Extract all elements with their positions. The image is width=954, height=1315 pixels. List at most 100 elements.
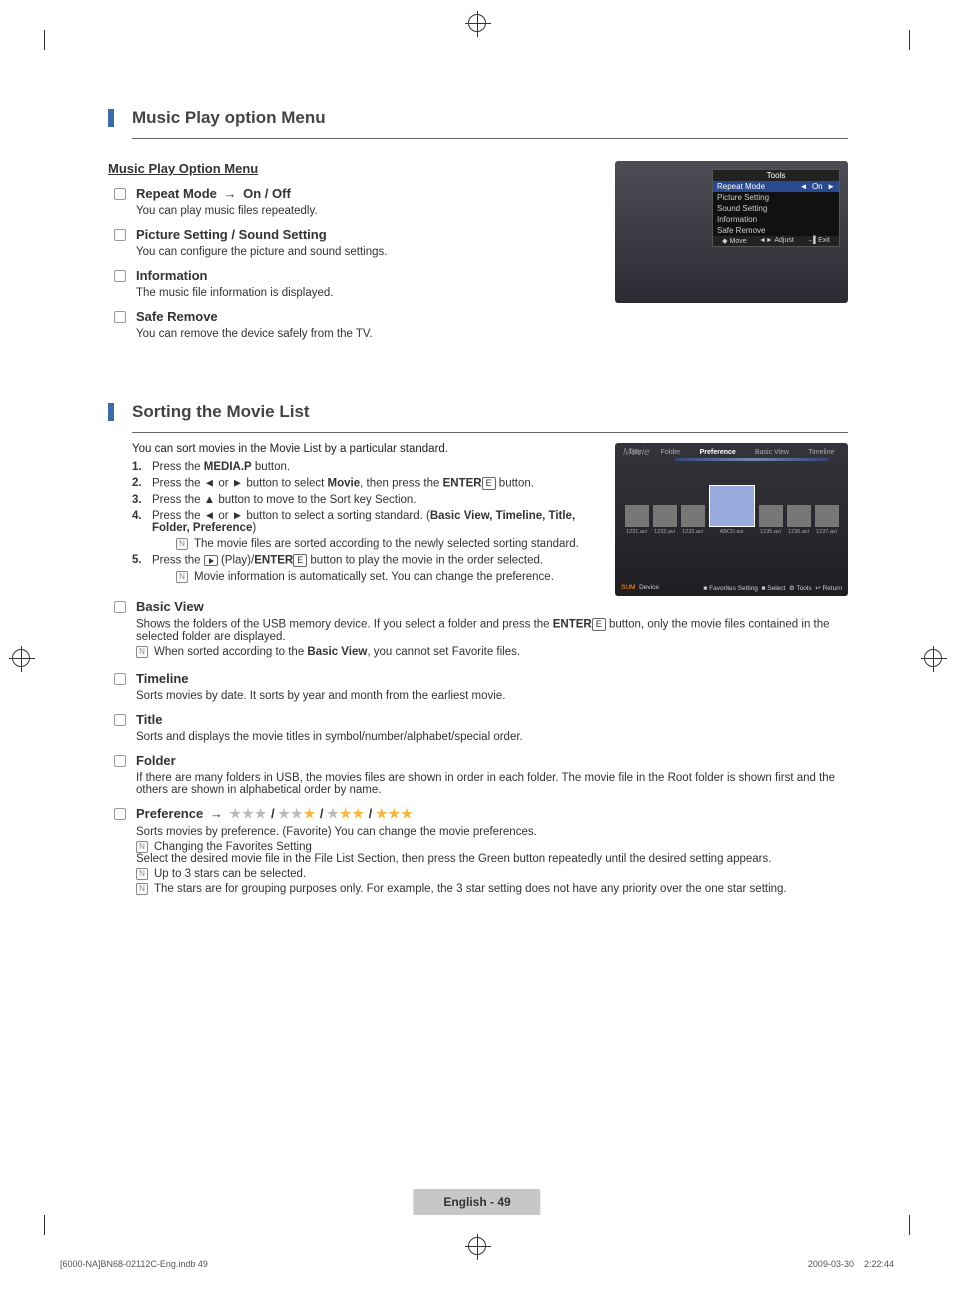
sort-option-item: TitleSorts and displays the movie titles…: [114, 712, 848, 743]
movie-thumb-label: 1233.avi: [681, 529, 705, 535]
heading-bar-icon: [108, 109, 114, 127]
step-note: NMovie information is automatically set.…: [176, 571, 598, 583]
movie-list-screenshot: Movie TitleFolderPreferenceBasic ViewTim…: [615, 443, 848, 596]
movie-screen-title: Movie: [623, 447, 650, 458]
crop-mark: [44, 1215, 45, 1235]
crop-mark: [909, 30, 910, 50]
print-footer-timestamp: 2009-03-30 2:22:44: [808, 1259, 894, 1269]
section-title: Sorting the Movie List: [132, 402, 848, 422]
step: 4.Press the ◄ or ► button to select a so…: [132, 510, 598, 534]
sort-option-item: FolderIf there are many folders in USB, …: [114, 753, 848, 796]
note-icon: N: [136, 646, 148, 658]
movie-foot-right: ■ Favorites Setting ■ Select ⚙ Tools ↩ R…: [703, 584, 842, 592]
foot-sum: SUM: [621, 584, 635, 591]
enter-icon: E: [293, 554, 307, 567]
movie-thumbnail-strip: 1231.avi1232.avi1233.aviABCD.avi1235.avi…: [615, 461, 848, 545]
tools-panel: Tools Repeat Mode◄ On ►Picture SettingSo…: [712, 169, 840, 247]
movie-thumb: [625, 505, 649, 527]
movie-thumb-label: 1237.avi: [815, 529, 839, 535]
tools-panel-title: Tools: [713, 170, 839, 181]
tools-foot-adjust: ◄► Adjust: [759, 237, 794, 245]
tools-menu-screenshot: Tools Repeat Mode◄ On ►Picture SettingSo…: [615, 161, 848, 303]
option-desc: The music file information is displayed.: [136, 287, 598, 299]
option-desc: If there are many folders in USB, the mo…: [136, 772, 848, 796]
section-rule: [132, 138, 848, 139]
tools-foot-move: ◆ Move: [722, 237, 746, 245]
tools-row: Sound Setting: [713, 203, 839, 214]
foot-device: Device: [639, 584, 659, 591]
bullet-icon: [114, 714, 126, 726]
movie-tab: Preference: [700, 449, 736, 456]
step: 5.Press the (Play)/ENTERE button to play…: [132, 554, 598, 567]
note-icon: N: [136, 841, 148, 853]
bullet-icon: [114, 755, 126, 767]
option-desc: Sorts movies by date. It sorts by year a…: [136, 690, 848, 702]
crop-mark: [44, 30, 45, 50]
option-item: Repeat Mode → On / OffYou can play music…: [114, 186, 598, 217]
registration-mark-left: [12, 649, 30, 667]
enter-icon: E: [482, 477, 496, 490]
movie-thumb-label: 1236.avi: [787, 529, 811, 535]
tools-row: Information: [713, 214, 839, 225]
option-desc: You can configure the picture and sound …: [136, 246, 598, 258]
step-note: NThe movie files are sorted according to…: [176, 538, 598, 550]
tools-panel-footer: ◆ Move ◄► Adjust →▌Exit: [713, 236, 839, 246]
movie-thumb-label: 1231.avi: [625, 529, 649, 535]
registration-mark-bottom: [468, 1237, 486, 1255]
print-footer: [6000-NA]BN68-02112C-Eng.indb 49 2009-03…: [60, 1259, 894, 1269]
section-heading-music: Music Play option Menu: [108, 108, 848, 128]
bullet-icon: [114, 673, 126, 685]
option-desc: Sorts movies by preference. (Favorite) Y…: [136, 826, 848, 838]
tools-row: Repeat Mode◄ On ►: [713, 181, 839, 192]
movie-thumb: [681, 505, 705, 527]
note-icon: N: [176, 538, 188, 550]
bullet-icon: [114, 601, 126, 613]
tools-row: Picture Setting: [713, 192, 839, 203]
step: 1.Press the MEDIA.P button.: [132, 461, 598, 473]
sort-steps-list: 1.Press the MEDIA.P button.2.Press the ◄…: [132, 461, 598, 583]
movie-tab: Folder: [661, 449, 681, 456]
bullet-icon: [114, 808, 126, 820]
print-footer-file: [6000-NA]BN68-02112C-Eng.indb 49: [60, 1259, 208, 1269]
option-item: Picture Setting / Sound SettingYou can c…: [114, 227, 598, 258]
section-heading-sort: Sorting the Movie List: [108, 402, 848, 422]
movie-thumb-label: ABCD.avi: [709, 529, 755, 535]
movie-thumb: [759, 505, 783, 527]
bullet-icon: [114, 188, 126, 200]
section-rule: [132, 432, 848, 433]
step: 3.Press the ▲ button to move to the Sort…: [132, 494, 598, 506]
registration-mark-top: [468, 14, 486, 32]
registration-mark-right: [924, 649, 942, 667]
option-note: NChanging the Favorites SettingSelect th…: [136, 841, 848, 865]
movie-screen-footer: SUM Device ■ Favorites Setting ■ Select …: [615, 584, 848, 592]
option-note: NWhen sorted according to the Basic View…: [136, 646, 848, 658]
option-note: NThe stars are for grouping purposes onl…: [136, 883, 848, 895]
option-note: NUp to 3 stars can be selected.: [136, 868, 848, 880]
page-content: Music Play option Menu Tools Repeat Mode…: [108, 90, 848, 902]
movie-tab: Timeline: [808, 449, 834, 456]
sort-intro: You can sort movies in the Movie List by…: [132, 443, 598, 455]
crop-mark: [909, 1215, 910, 1235]
bullet-icon: [114, 311, 126, 323]
movie-thumb: [787, 505, 811, 527]
movie-thumb: [815, 505, 839, 527]
note-icon: N: [176, 571, 188, 583]
note-icon: N: [136, 868, 148, 880]
enter-icon: E: [592, 618, 606, 631]
note-icon: N: [136, 883, 148, 895]
option-item: InformationThe music file information is…: [114, 268, 598, 299]
bullet-icon: [114, 229, 126, 241]
sort-slider: [675, 458, 828, 461]
movie-thumb: [653, 505, 677, 527]
movie-thumb: [709, 485, 755, 527]
sort-option-item: TimelineSorts movies by date. It sorts b…: [114, 671, 848, 702]
heading-bar-icon: [108, 403, 114, 421]
bullet-icon: [114, 270, 126, 282]
section-title: Music Play option Menu: [132, 108, 848, 128]
movie-tab: Basic View: [755, 449, 789, 456]
option-desc: You can remove the device safely from th…: [136, 328, 598, 340]
option-desc: You can play music files repeatedly.: [136, 205, 598, 217]
movie-thumb-label: 1232.avi: [653, 529, 677, 535]
tools-row: Safe Remove: [713, 225, 839, 236]
sort-option-item: Basic ViewShows the folders of the USB m…: [114, 599, 848, 661]
